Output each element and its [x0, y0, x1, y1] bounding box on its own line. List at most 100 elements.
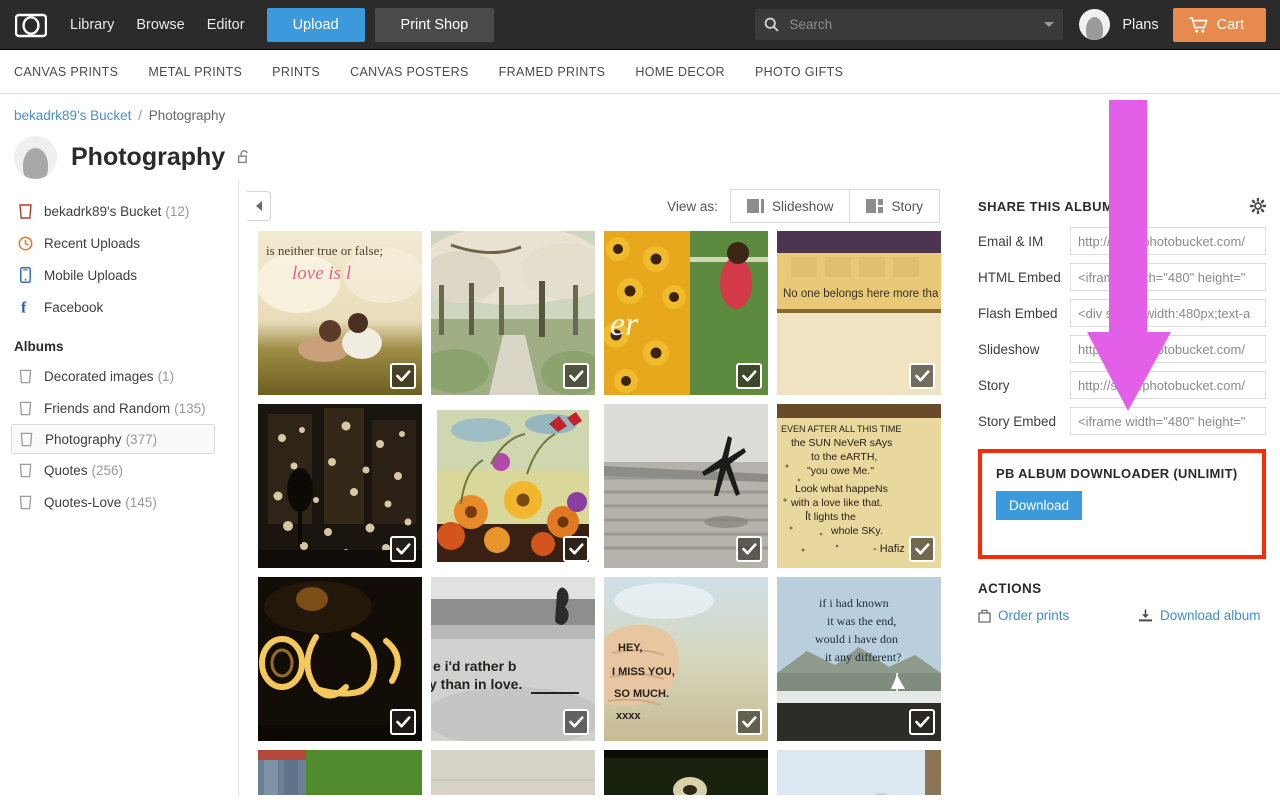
- order-prints-link[interactable]: Order prints: [978, 608, 1138, 623]
- catnav-item-canvas-posters[interactable]: CANVAS POSTERS: [350, 65, 469, 79]
- photo-thumbnail[interactable]: is neither true or false; love is l: [258, 231, 422, 395]
- sidebar-album-quotes-love[interactable]: Quotes-Love (145): [0, 486, 238, 518]
- photo-checkbox[interactable]: [563, 363, 589, 389]
- svg-text:f: f: [21, 300, 27, 316]
- share-input-story[interactable]: [1070, 371, 1266, 399]
- camera-icon[interactable]: [14, 11, 48, 39]
- slideshow-view-button[interactable]: Slideshow: [729, 189, 851, 223]
- photo-checkbox[interactable]: [563, 709, 589, 735]
- photo-thumbnail[interactable]: [258, 577, 422, 741]
- sidebar-album-photography[interactable]: Photography (377): [11, 424, 215, 454]
- share-input-slideshow[interactable]: [1070, 335, 1266, 363]
- sidebar-album-friends-and-random[interactable]: Friends and Random (135): [0, 392, 238, 424]
- catnav-item-metal-prints[interactable]: METAL PRINTS: [148, 65, 242, 79]
- print-order-icon: [978, 609, 991, 623]
- print-shop-button[interactable]: Print Shop: [374, 7, 495, 42]
- photo-thumbnail[interactable]: e i'd rather b y than in love.: [431, 577, 595, 741]
- breadcrumb-root-link[interactable]: bekadrk89's Bucket: [14, 108, 131, 123]
- share-label: Story Embed: [978, 413, 1057, 429]
- story-view-button[interactable]: Story: [850, 189, 940, 223]
- share-input-story-embed[interactable]: [1070, 407, 1266, 435]
- photo-checkbox[interactable]: [736, 363, 762, 389]
- photo-thumbnail[interactable]: [777, 750, 941, 795]
- photo-checkbox[interactable]: [390, 536, 416, 562]
- svg-text:love is l: love is l: [292, 263, 351, 284]
- svg-text:HEY,: HEY,: [618, 642, 642, 654]
- share-input-html-embed[interactable]: [1070, 263, 1266, 291]
- upload-button[interactable]: Upload: [266, 7, 365, 42]
- share-input-email[interactable]: [1070, 227, 1266, 255]
- share-input-flash-embed[interactable]: [1070, 299, 1266, 327]
- catnav-item-photo-gifts[interactable]: PHOTO GIFTS: [755, 65, 843, 79]
- svg-text:er: er: [610, 306, 639, 343]
- sidebar-item-recent-uploads[interactable]: Recent Uploads: [0, 227, 238, 259]
- download-album-link[interactable]: Download album: [1138, 608, 1261, 623]
- photo-checkbox[interactable]: [736, 709, 762, 735]
- main-region: bekadrk89's Bucket (12) Recent Uploads M…: [0, 181, 1280, 795]
- search-input[interactable]: [787, 16, 1039, 33]
- photo-checkbox[interactable]: [909, 709, 935, 735]
- svg-text:"you owe Me.": "you owe Me.": [807, 465, 874, 477]
- photo-thumbnail[interactable]: er: [604, 231, 768, 395]
- share-row-flash-embed: Flash Embed: [978, 299, 1266, 327]
- unlock-icon[interactable]: [237, 149, 252, 165]
- svg-text:the SUN NeVeR sAys: the SUN NeVeR sAys: [791, 437, 892, 449]
- plans-link[interactable]: Plans: [1122, 17, 1158, 33]
- svg-text:xxxx: xxxx: [616, 710, 641, 722]
- share-row-story-embed: Story Embed: [978, 407, 1266, 435]
- sidebar: bekadrk89's Bucket (12) Recent Uploads M…: [0, 181, 239, 795]
- download-button[interactable]: Download: [996, 491, 1083, 520]
- download-album-label: Download album: [1160, 608, 1261, 623]
- sidebar-item-bucket[interactable]: bekadrk89's Bucket (12): [0, 195, 238, 227]
- photo-thumbnail[interactable]: No one belongs here more tha: [777, 231, 941, 395]
- photo-thumbnail[interactable]: [258, 750, 422, 795]
- photo-checkbox[interactable]: [563, 536, 589, 562]
- catnav-item-prints[interactable]: PRINTS: [272, 65, 320, 79]
- catnav-item-canvas-prints[interactable]: CANVAS PRINTS: [14, 65, 118, 79]
- nav-link-library[interactable]: Library: [70, 17, 114, 33]
- photo-thumbnail[interactable]: EVEN AFTER ALL THIS TIME the SUN NeVeR s…: [777, 404, 941, 568]
- catnav-item-framed-prints[interactable]: FRAMED PRINTS: [499, 65, 606, 79]
- clock-icon: [14, 236, 36, 251]
- photo-thumbnail[interactable]: [431, 231, 595, 395]
- nav-link-browse[interactable]: Browse: [136, 17, 184, 33]
- breadcrumb-current: Photography: [148, 108, 226, 123]
- folder-icon: [14, 463, 36, 478]
- photo-checkbox[interactable]: [909, 363, 935, 389]
- gear-icon[interactable]: [1250, 198, 1266, 214]
- collapse-sidebar-button[interactable]: [247, 191, 271, 221]
- share-row-story: Story: [978, 371, 1266, 399]
- photo-thumbnail[interactable]: [258, 404, 422, 568]
- cart-label: Cart: [1216, 16, 1244, 33]
- photo-thumbnail[interactable]: HEY, I MISS YOU, SO MUCH. xxxx: [604, 577, 768, 741]
- catnav-item-home-decor[interactable]: HOME DECOR: [635, 65, 725, 79]
- folder-icon: [15, 432, 37, 447]
- photo-thumbnail[interactable]: [431, 404, 595, 568]
- photo-thumbnail[interactable]: [431, 750, 595, 795]
- chevron-down-icon[interactable]: [1044, 22, 1055, 27]
- svg-text:if i had known: if i had known: [819, 596, 889, 610]
- download-icon: [1138, 609, 1153, 623]
- sidebar-album-decorated-images[interactable]: Decorated images (1): [0, 360, 238, 392]
- photo-checkbox[interactable]: [909, 536, 935, 562]
- order-prints-label: Order prints: [998, 608, 1070, 623]
- svg-text:SO MUCH.: SO MUCH.: [614, 688, 669, 700]
- sidebar-item-facebook[interactable]: f Facebook: [0, 291, 238, 323]
- photo-checkbox[interactable]: [736, 536, 762, 562]
- sidebar-item-mobile-uploads[interactable]: Mobile Uploads: [0, 259, 238, 291]
- cart-button[interactable]: Cart: [1172, 7, 1266, 42]
- photo-thumbnail[interactable]: [604, 404, 768, 568]
- help-icon[interactable]: ?: [1120, 198, 1136, 214]
- user-avatar-icon[interactable]: [1079, 9, 1111, 40]
- view-mode-group: Slideshow Story: [729, 189, 940, 223]
- nav-link-editor[interactable]: Editor: [207, 17, 245, 33]
- photo-thumbnail[interactable]: [604, 750, 768, 795]
- photo-checkbox[interactable]: [390, 709, 416, 735]
- sidebar-album-label: Quotes-Love: [44, 494, 122, 510]
- svg-text:I MISS YOU,: I MISS YOU,: [612, 666, 675, 678]
- sidebar-album-label: Quotes: [44, 462, 88, 478]
- photo-thumbnail[interactable]: if i had known it was the end, would i h…: [777, 577, 941, 741]
- search-box[interactable]: [755, 9, 1064, 40]
- photo-checkbox[interactable]: [390, 363, 416, 389]
- sidebar-album-quotes[interactable]: Quotes (256): [0, 454, 238, 486]
